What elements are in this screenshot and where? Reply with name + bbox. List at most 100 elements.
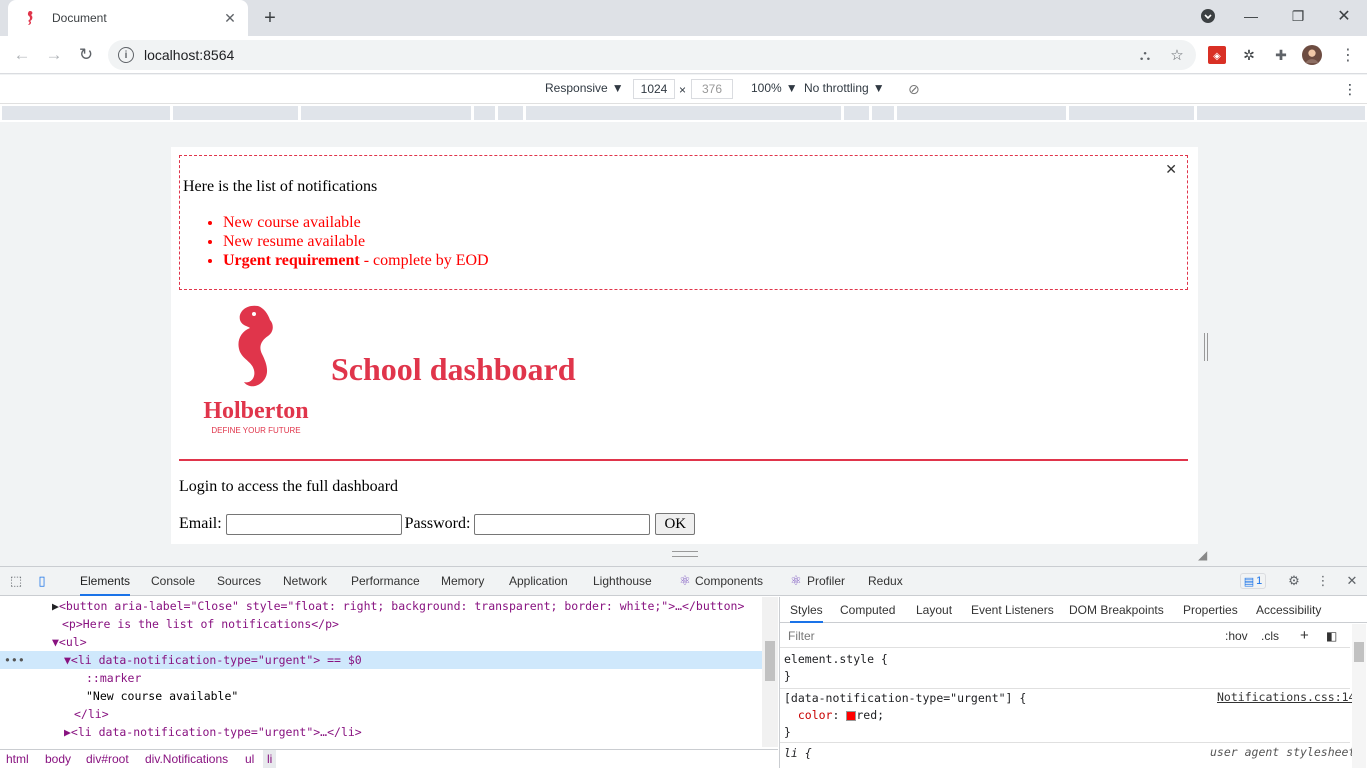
address-bar[interactable]: i localhost:8564: [108, 40, 1196, 70]
breadcrumb-li[interactable]: li: [263, 750, 277, 768]
dom-node-line[interactable]: <p>Here is the list of notifications</p>: [0, 615, 762, 633]
login-prompt: Login to access the full dashboard: [179, 478, 399, 495]
width-input[interactable]: 1024: [633, 79, 675, 99]
tab-search-icon[interactable]: [1198, 0, 1218, 32]
dom-node-line[interactable]: "New course available": [0, 687, 762, 705]
new-rule-plus-icon[interactable]: +: [1300, 624, 1309, 648]
media-query-segment[interactable]: [498, 106, 523, 120]
media-query-segment[interactable]: [474, 106, 495, 120]
styles-scrollbar[interactable]: [1352, 624, 1366, 768]
media-query-segment[interactable]: [872, 106, 894, 120]
minimize-icon[interactable]: —: [1240, 0, 1262, 32]
rotate-disabled-icon[interactable]: ⊘: [908, 81, 920, 98]
tab-console[interactable]: Console: [151, 567, 195, 596]
element-style-rule[interactable]: element.style { }: [784, 651, 888, 685]
scrollbar-thumb[interactable]: [1354, 642, 1364, 662]
media-query-segment[interactable]: [526, 106, 841, 120]
rule-source-link[interactable]: Notifications.css:14: [1217, 690, 1355, 704]
media-query-segment[interactable]: [844, 106, 869, 120]
tab-dom-breakpoints[interactable]: DOM Breakpoints: [1069, 597, 1164, 623]
reload-icon[interactable]: ↻: [74, 43, 98, 67]
tab-memory[interactable]: Memory: [441, 567, 484, 596]
dom-node-line[interactable]: ▶<button aria-label="Close" style="float…: [0, 597, 762, 615]
tab-layout[interactable]: Layout: [916, 597, 952, 623]
extension-red-icon[interactable]: ◈: [1207, 45, 1227, 65]
new-tab-icon[interactable]: +: [258, 6, 282, 30]
cls-toggle[interactable]: .cls: [1261, 624, 1279, 648]
media-query-segment[interactable]: [173, 106, 298, 120]
dom-node-line[interactable]: ▶<li data-notification-type="urgent">…</…: [0, 723, 762, 741]
tab-lighthouse[interactable]: Lighthouse: [593, 567, 652, 596]
breadcrumb-body[interactable]: body: [45, 750, 71, 768]
chrome-menu-icon[interactable]: ⋮: [1338, 45, 1358, 65]
notifications-panel: ✕ Here is the list of notifications New …: [179, 155, 1188, 290]
bookmark-star-icon[interactable]: ☆: [1167, 45, 1187, 65]
device-toggle-icon[interactable]: ▯: [34, 573, 50, 589]
tab-redux[interactable]: Redux: [868, 567, 903, 596]
tab-components[interactable]: Components: [695, 567, 763, 596]
tab-application[interactable]: Application: [509, 567, 568, 596]
window-close-icon[interactable]: ✕: [1333, 0, 1355, 32]
elements-scrollbar[interactable]: [762, 597, 778, 747]
expand-arrow-icon: ▶: [52, 599, 59, 613]
tab-styles[interactable]: Styles: [790, 597, 823, 623]
dom-node-line-selected[interactable]: ••• ▼<li data-notification-type="urgent">…: [0, 651, 762, 669]
email-field[interactable]: [225, 513, 402, 535]
height-input[interactable]: 376: [691, 79, 733, 99]
bug-extension-icon[interactable]: ✲: [1239, 45, 1259, 65]
media-query-segment[interactable]: [301, 106, 471, 120]
issues-badge[interactable]: ▤ 1: [1240, 573, 1266, 589]
breadcrumb-ul[interactable]: ul: [245, 750, 254, 768]
ua-rule-selector[interactable]: li {: [784, 745, 812, 762]
css-rule[interactable]: [data-notification-type="urgent"] { colo…: [784, 690, 1026, 741]
viewport-bottom-resizer[interactable]: [672, 551, 698, 557]
extensions-puzzle-icon[interactable]: ✚: [1271, 45, 1291, 65]
toggle-sidebar-icon[interactable]: ◧: [1326, 624, 1337, 648]
zoom-select[interactable]: 100% ▼: [751, 81, 798, 95]
site-info-icon[interactable]: i: [118, 47, 134, 63]
media-query-segment[interactable]: [2, 106, 170, 120]
dom-node-line[interactable]: ▼<ul>: [0, 633, 762, 651]
breadcrumb-notifications[interactable]: div.Notifications: [145, 750, 228, 768]
breadcrumb-html[interactable]: html: [6, 750, 29, 768]
device-mode-select[interactable]: Responsive ▼: [545, 81, 624, 95]
device-more-icon[interactable]: ⋮: [1343, 81, 1357, 98]
page-viewport: ✕ Here is the list of notifications New …: [171, 147, 1198, 544]
breadcrumb-root[interactable]: div#root: [86, 750, 129, 768]
viewport-corner-resizer-icon[interactable]: ◢: [1198, 548, 1207, 562]
tab-profiler[interactable]: Profiler: [807, 567, 845, 596]
throttling-select[interactable]: No throttling ▼: [804, 81, 885, 95]
profile-avatar[interactable]: [1302, 45, 1322, 65]
ok-button[interactable]: OK: [655, 513, 696, 535]
media-query-segment[interactable]: [1069, 106, 1194, 120]
tab-accessibility[interactable]: Accessibility: [1256, 597, 1321, 623]
back-icon[interactable]: ←: [10, 43, 34, 67]
media-query-segment[interactable]: [897, 106, 1066, 120]
tab-sources[interactable]: Sources: [217, 567, 261, 596]
tab-close-icon[interactable]: ✕: [222, 10, 238, 26]
devtools-more-icon[interactable]: ⋮: [1315, 573, 1331, 589]
tab-properties[interactable]: Properties: [1183, 597, 1238, 623]
close-icon[interactable]: ✕: [1165, 162, 1177, 178]
rule-selector: [data-notification-type="urgent"] {: [784, 691, 1027, 705]
tab-performance[interactable]: Performance: [351, 567, 420, 596]
dom-node-line[interactable]: </li>: [0, 705, 762, 723]
tab-elements[interactable]: Elements: [80, 567, 131, 596]
viewport-side-resizer[interactable]: [1204, 333, 1208, 361]
devtools-close-icon[interactable]: ✕: [1344, 573, 1360, 589]
forward-icon[interactable]: →: [42, 43, 66, 67]
settings-gear-icon[interactable]: ⚙: [1286, 573, 1302, 589]
color-swatch[interactable]: [846, 710, 857, 721]
scrollbar-thumb[interactable]: [765, 641, 775, 681]
inspect-element-icon[interactable]: ⬚: [8, 573, 24, 589]
tab-network[interactable]: Network: [283, 567, 327, 596]
hov-toggle[interactable]: :hov: [1225, 624, 1248, 648]
translate-icon[interactable]: ⛬: [1135, 45, 1155, 65]
tab-event-listeners[interactable]: Event Listeners: [971, 597, 1054, 623]
media-query-segment[interactable]: [1197, 106, 1365, 120]
restore-icon[interactable]: ❐: [1287, 0, 1309, 32]
browser-tab[interactable]: Document ✕: [8, 0, 248, 36]
tab-computed[interactable]: Computed: [840, 597, 895, 623]
dom-node-line[interactable]: ::marker: [0, 669, 762, 687]
password-field[interactable]: [474, 513, 651, 535]
